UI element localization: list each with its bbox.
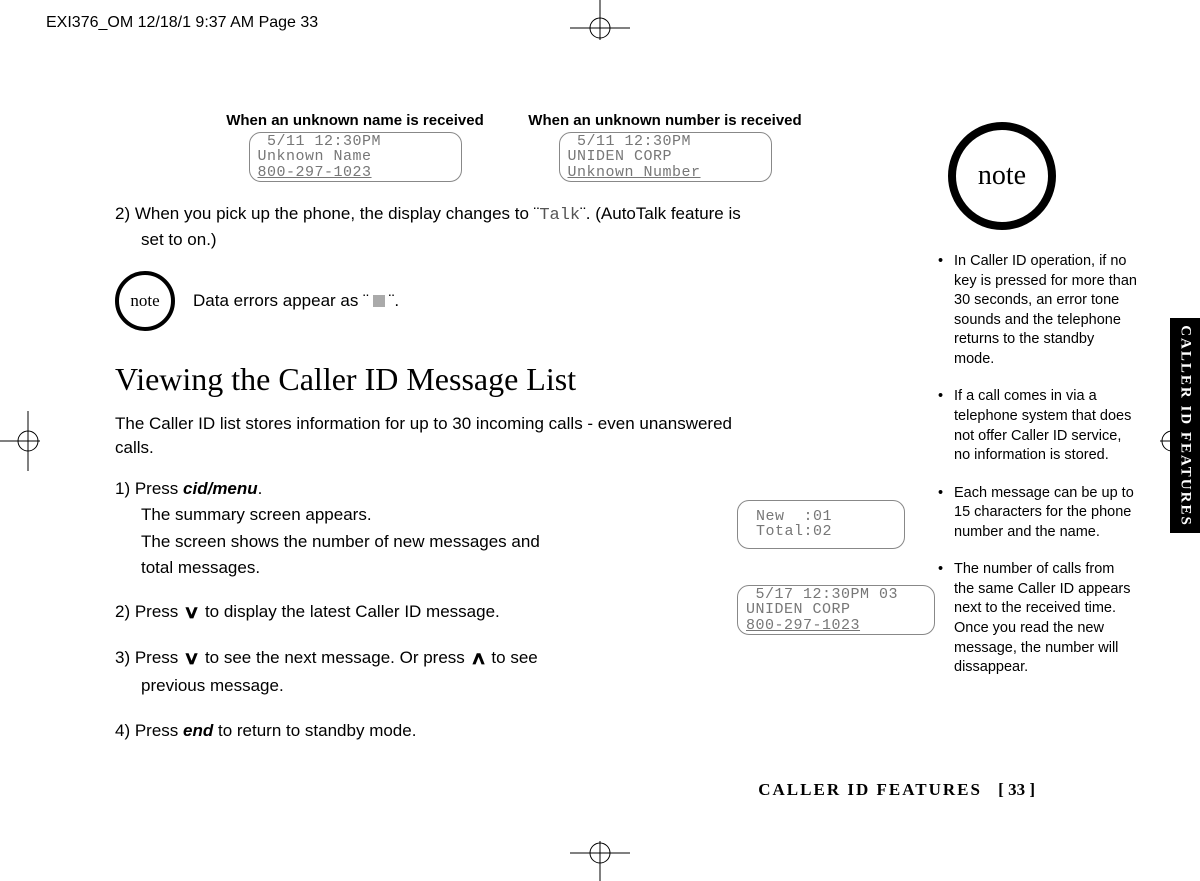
- main-content: When an unknown name is received 5/11 12…: [115, 112, 885, 762]
- note-icon-small: note: [115, 271, 175, 331]
- right-note-column: note In Caller ID operation, if no key i…: [938, 122, 1138, 696]
- chevron-down-icon: ∨: [183, 599, 200, 627]
- step-3: 3) Press ∨ to see the next message. Or p…: [115, 645, 885, 699]
- inline-note-text: Data errors appear as ¨¨.: [193, 291, 399, 311]
- right-note-item: The number of calls from the same Caller…: [938, 560, 1138, 677]
- section-title: Viewing the Caller ID Message List: [115, 361, 885, 398]
- right-note-item: If a call comes in via a telephone syste…: [938, 387, 1138, 465]
- lcd-message-block: 5/17 12:30PM 03 UNIDEN CORP 800-297-1023: [737, 585, 935, 635]
- section-tab-label: CALLER ID FEATURES: [1177, 325, 1194, 527]
- chevron-down-icon: ∨: [183, 645, 200, 673]
- lcd-examples-row: When an unknown name is received 5/11 12…: [115, 112, 885, 182]
- page-number: [ 33 ]: [998, 780, 1035, 799]
- right-note-item: In Caller ID operation, if no key is pre…: [938, 252, 1138, 369]
- lcd-unknown-name-block: When an unknown name is received 5/11 12…: [215, 112, 495, 182]
- note-icon-large: note: [948, 122, 1056, 230]
- section-intro: The Caller ID list stores information fo…: [115, 412, 755, 460]
- paragraph-step2: 2) When you pick up the phone, the displ…: [115, 202, 885, 252]
- data-error-square-icon: [373, 295, 385, 307]
- registration-mark-left-icon: [0, 411, 40, 471]
- lcd-display-unknown-name: 5/11 12:30PM Unknown Name 800-297-1023: [249, 132, 462, 182]
- lcd-display-message: 5/17 12:30PM 03 UNIDEN CORP 800-297-1023: [737, 585, 935, 635]
- chevron-up-icon: ∧: [470, 645, 487, 673]
- right-notes-list: In Caller ID operation, if no key is pre…: [938, 252, 1138, 678]
- page-footer: CALLER ID FEATURES [ 33 ]: [115, 780, 1035, 800]
- lcd-summary-block: New :01 Total:02: [737, 500, 905, 549]
- footer-section-label: CALLER ID FEATURES: [758, 780, 982, 799]
- inline-note-row: note Data errors appear as ¨¨.: [115, 271, 885, 331]
- lcd-display-summary: New :01 Total:02: [737, 500, 905, 549]
- right-note-item: Each message can be up to 15 characters …: [938, 484, 1138, 543]
- registration-mark-top-icon: [570, 0, 630, 40]
- section-tab: CALLER ID FEATURES: [1170, 318, 1200, 533]
- lcd-unknown-name-label: When an unknown name is received: [215, 112, 495, 129]
- print-slug: EXI376_OM 12/18/1 9:37 AM Page 33: [46, 14, 318, 32]
- step-4: 4) Press end to return to standby mode.: [115, 718, 885, 744]
- lcd-display-unknown-number: 5/11 12:30PM UNIDEN CORP Unknown Number: [559, 132, 772, 182]
- lcd-unknown-number-block: When an unknown number is received 5/11 …: [525, 112, 805, 182]
- registration-mark-bottom-icon: [570, 841, 630, 881]
- lcd-unknown-number-label: When an unknown number is received: [525, 112, 805, 129]
